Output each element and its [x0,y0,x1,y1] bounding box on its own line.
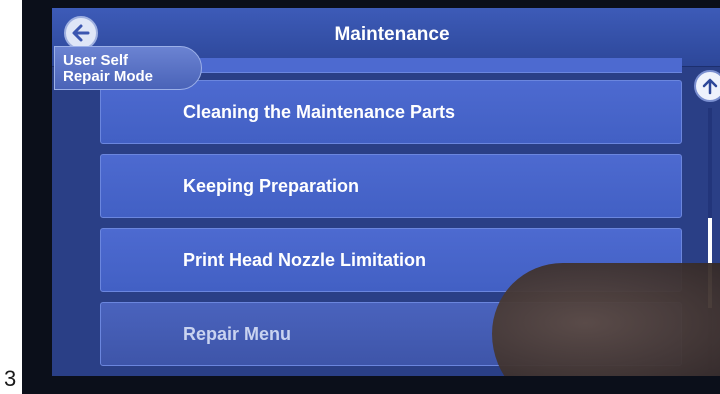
pointing-finger [492,263,720,376]
device-bezel: Maintenance User Self Repair Mode Cleani… [22,0,720,394]
user-self-repair-mode-badge: User Self Repair Mode [54,46,202,90]
mode-badge-line2: Repair Mode [63,68,154,85]
menu-item-keeping-preparation[interactable]: Keeping Preparation [100,154,682,218]
menu-item-label: Keeping Preparation [183,176,360,196]
menu-item-cleaning-maintenance-parts[interactable]: Cleaning the Maintenance Parts [100,80,682,144]
scroll-up-button[interactable] [694,70,720,102]
menu-item-label: Cleaning the Maintenance Parts [183,102,456,122]
menu-item-label: Print Head Nozzle Limitation [183,250,427,270]
menu-item-label: Repair Menu [183,324,292,344]
step-number: 3 [4,366,17,391]
mode-badge-line1: User Self [63,52,129,69]
page-title: Maintenance [334,24,450,45]
arrow-up-icon [702,78,718,95]
touch-screen: Maintenance User Self Repair Mode Cleani… [52,8,720,376]
